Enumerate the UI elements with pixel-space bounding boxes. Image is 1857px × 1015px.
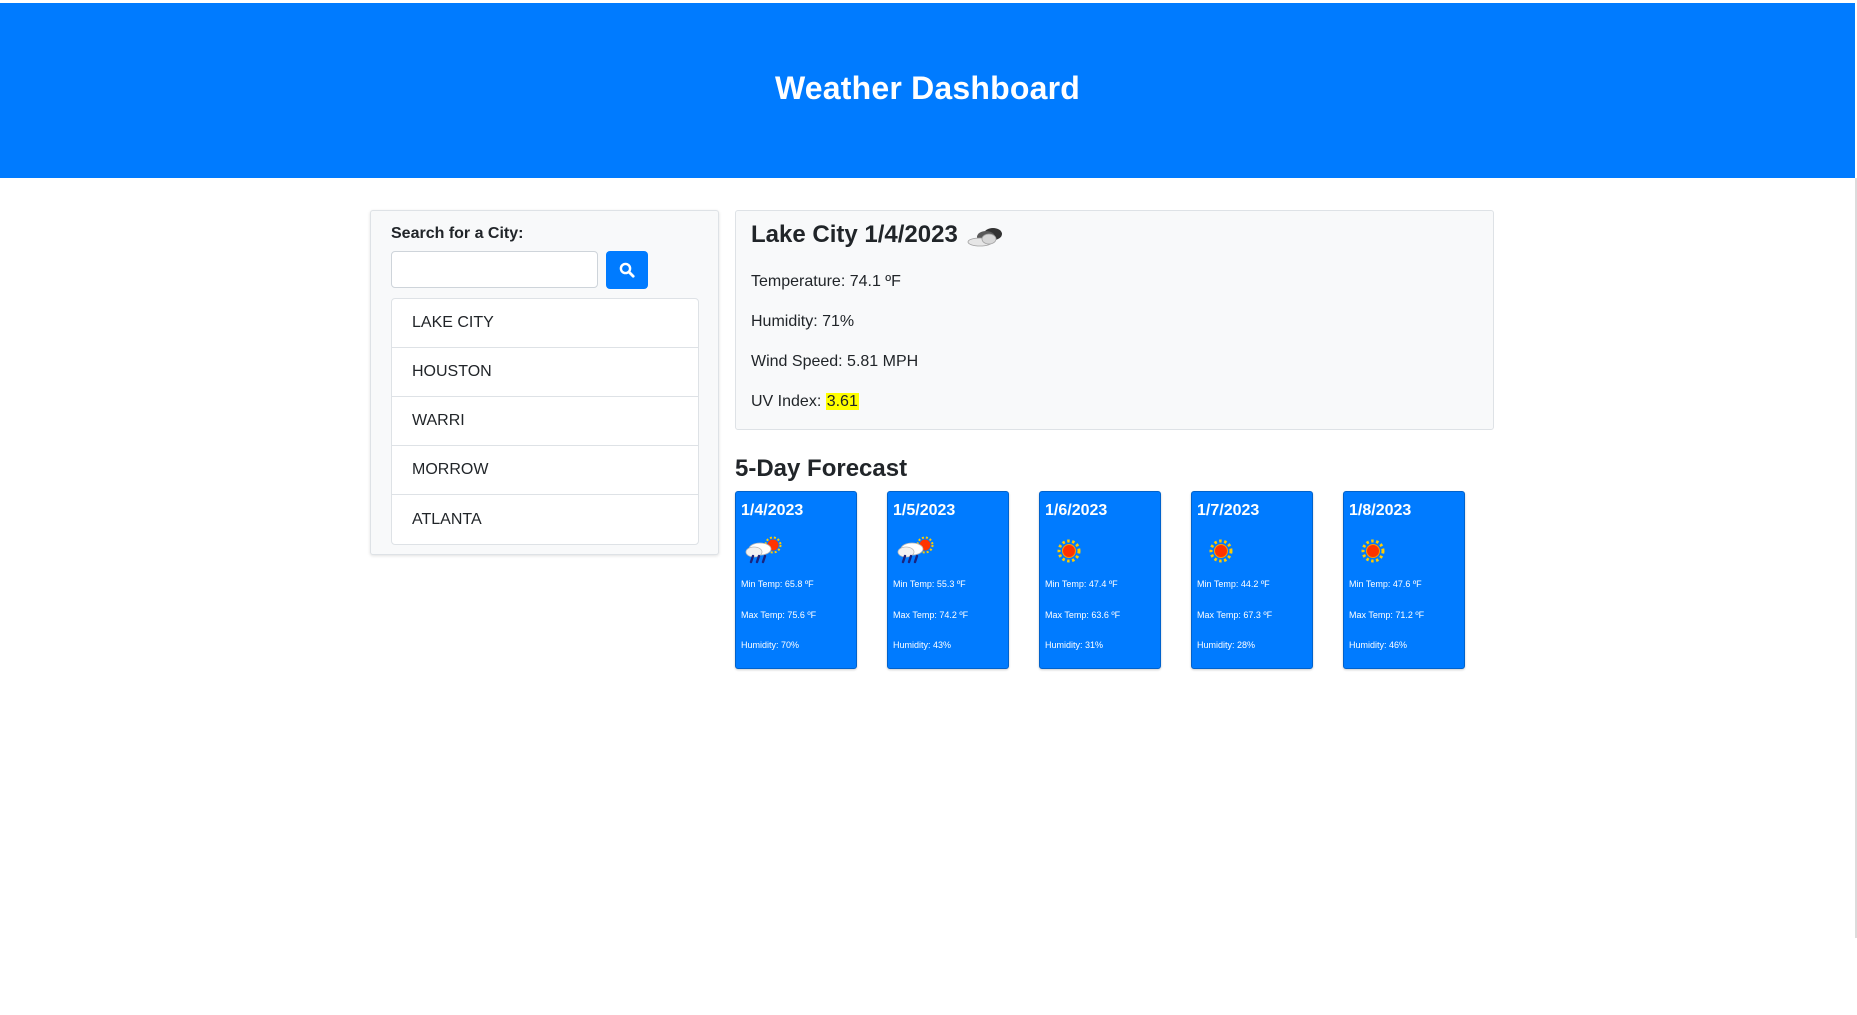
forecast-heading: 5-Day Forecast <box>735 455 908 482</box>
forecast-max-temp: Max Temp: 71.2 ºF <box>1349 610 1425 620</box>
forecast-humidity: Humidity: 43% <box>893 640 952 650</box>
forecast-min-temp: Min Temp: 47.6 ºF <box>1349 579 1422 589</box>
current-wind-speed: Wind Speed: 5.81 MPH <box>751 353 919 370</box>
current-city-date: Lake City 1/4/2023 <box>751 221 958 248</box>
search-history-list: LAKE CITY HOUSTON WARRI MORROW ATLANTA <box>391 298 699 545</box>
forecast-min-temp: Min Temp: 47.4 ºF <box>1045 579 1118 589</box>
forecast-date: 1/6/2023 <box>1045 502 1108 519</box>
rain-sun-icon <box>744 534 786 573</box>
forecast-max-temp: Max Temp: 75.6 ºF <box>741 610 817 620</box>
uv-index-badge: 3.61 <box>825 393 859 410</box>
current-weather-panel: Lake City 1/4/2023 Temperature: 74.1 ºF … <box>735 210 1494 430</box>
search-button[interactable] <box>606 251 648 289</box>
cloudy-icon <box>966 221 1008 249</box>
forecast-humidity: Humidity: 46% <box>1349 640 1408 650</box>
forecast-card: 1/5/2023 Min Temp: 55.3 ºF Max Temp: 74.… <box>887 491 1009 669</box>
search-label: Search for a City: <box>391 225 524 242</box>
forecast-min-temp: Min Temp: 55.3 ºF <box>893 579 966 589</box>
forecast-humidity: Humidity: 31% <box>1045 640 1104 650</box>
page-title: Weather Dashboard <box>774 70 1081 106</box>
history-item-morrow[interactable]: MORROW <box>392 446 698 495</box>
current-temperature: Temperature: 74.1 ºF <box>751 273 901 290</box>
forecast-date: 1/5/2023 <box>893 502 956 519</box>
rain-sun-icon <box>896 534 938 573</box>
forecast-card: 1/7/2023 Min Temp: 44.2 ºF Max Temp: 67.… <box>1191 491 1313 669</box>
forecast-max-temp: Max Temp: 67.3 ºF <box>1197 610 1273 620</box>
sun-icon <box>1352 534 1394 573</box>
forecast-humidity: Humidity: 28% <box>1197 640 1256 650</box>
current-uv-index: UV Index: 3.61 <box>751 393 859 411</box>
sun-icon <box>1200 534 1242 573</box>
history-item-atlanta[interactable]: ATLANTA <box>392 495 698 544</box>
history-item-warri[interactable]: WARRI <box>392 397 698 446</box>
forecast-max-temp: Max Temp: 63.6 ºF <box>1045 610 1121 620</box>
forecast-humidity: Humidity: 70% <box>741 640 800 650</box>
forecast-date: 1/8/2023 <box>1349 502 1412 519</box>
history-item-lake-city[interactable]: LAKE CITY <box>392 299 698 348</box>
forecast-date: 1/4/2023 <box>741 502 804 519</box>
uv-index-label: UV Index: <box>751 393 826 410</box>
history-item-houston[interactable]: HOUSTON <box>392 348 698 397</box>
search-icon <box>619 262 635 278</box>
forecast-min-temp: Min Temp: 44.2 ºF <box>1197 579 1270 589</box>
forecast-card: 1/6/2023 Min Temp: 47.4 ºF Max Temp: 63.… <box>1039 491 1161 669</box>
sun-icon <box>1048 534 1090 573</box>
current-weather-heading: Lake City 1/4/2023 <box>751 221 1008 249</box>
page-header: Weather Dashboard <box>0 3 1855 178</box>
search-panel: Search for a City: LAKE CITY HOUSTON WAR… <box>370 210 719 555</box>
forecast-date: 1/7/2023 <box>1197 502 1260 519</box>
search-input[interactable] <box>391 251 598 288</box>
forecast-card: 1/4/2023 Min Temp: 65.8 ºF Max Temp: 75.… <box>735 491 857 669</box>
current-humidity: Humidity: 71% <box>751 313 855 330</box>
forecast-card: 1/8/2023 Min Temp: 47.6 ºF Max Temp: 71.… <box>1343 491 1465 669</box>
forecast-min-temp: Min Temp: 65.8 ºF <box>741 579 814 589</box>
forecast-max-temp: Max Temp: 74.2 ºF <box>893 610 969 620</box>
